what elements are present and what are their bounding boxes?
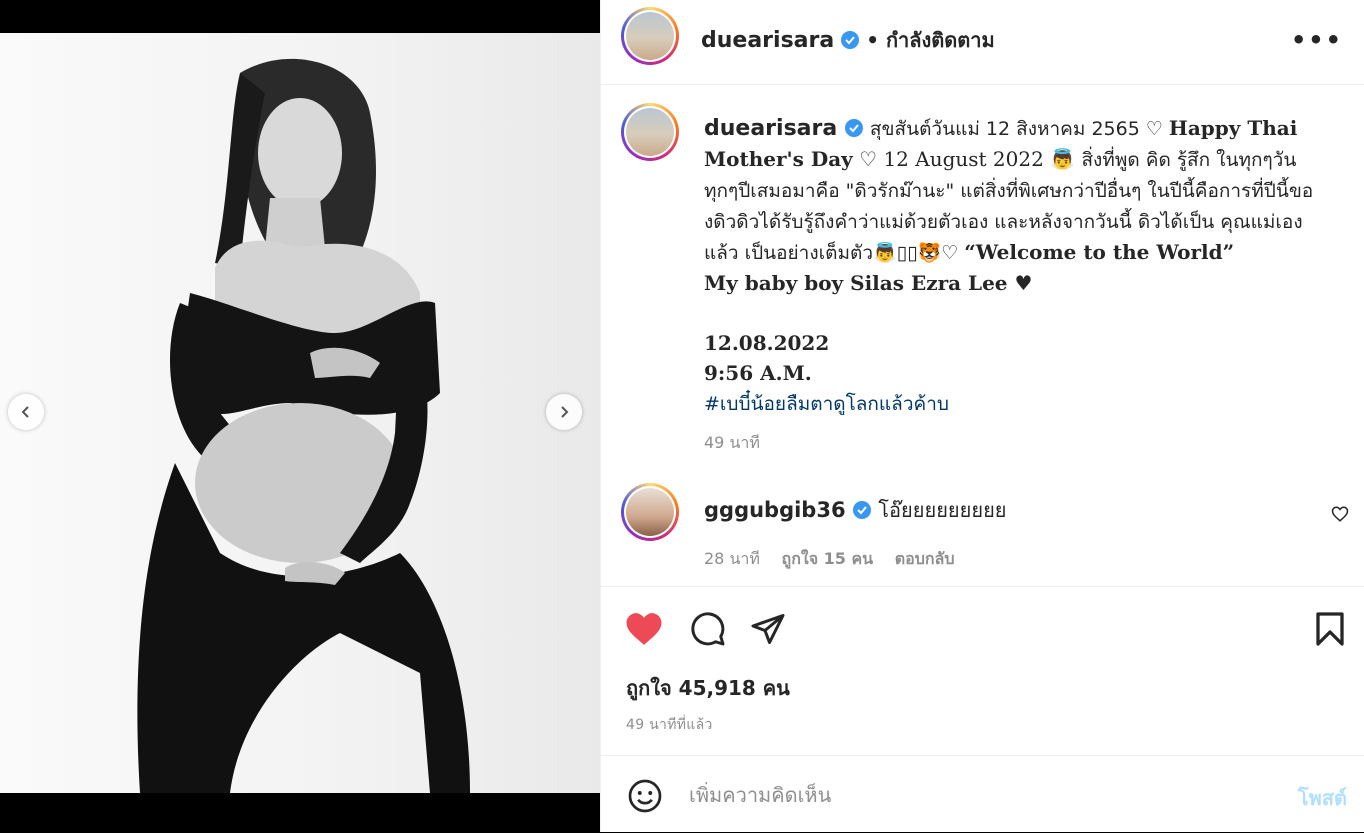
like-button[interactable] — [623, 608, 665, 650]
caption-text-part: “Welcome to the World” — [964, 240, 1235, 264]
heart-outline-icon — [1331, 506, 1349, 522]
heart-filled-icon — [626, 613, 662, 645]
caption-date: 12.08.2022 — [704, 331, 830, 355]
comment-bubble-icon — [691, 612, 725, 646]
caption-username[interactable]: duearisara — [704, 116, 837, 141]
comments-area: duearisara สุขสันต์วันแม่ 12 สิงหาคม 256… — [601, 85, 1364, 585]
chevron-right-icon — [561, 406, 569, 418]
post-comment-button[interactable]: โพสต์ — [1298, 782, 1347, 814]
caption-time: 9:56 A.M. — [704, 361, 812, 385]
author-avatar[interactable] — [621, 7, 679, 65]
comment-meta: 28 นาที ถูกใจ 15 คน ตอบกลับ — [704, 547, 971, 572]
bookmark-icon — [1316, 612, 1344, 646]
caption-text-part: My baby boy Silas Ezra Lee ♥ — [704, 271, 1033, 295]
comment: gggubgib36 โอ๊ยยยยยยยยย — [704, 494, 1007, 526]
post-details-panel: duearisara • กำลังติดตาม ••• duearisara … — [600, 0, 1364, 832]
verified-badge-icon — [841, 31, 860, 49]
post-photo[interactable] — [0, 33, 600, 793]
chevron-left-icon — [21, 406, 29, 418]
comment-like-button[interactable] — [1329, 503, 1351, 525]
commenter-avatar[interactable] — [621, 483, 679, 541]
caption-hashtag[interactable]: #เบบี๋น้อยลืมตาดูโลกแล้วค้าบ — [704, 393, 949, 415]
share-button[interactable] — [747, 608, 789, 650]
comment-input[interactable] — [687, 782, 1251, 808]
save-button[interactable] — [1309, 608, 1351, 650]
caption-text-part: ♡ 12 August 2022 👼 — [852, 147, 1082, 171]
comment-likes[interactable]: ถูกใจ 15 คน — [782, 549, 874, 568]
comment-reply-button[interactable]: ตอบกลับ — [895, 549, 955, 568]
add-comment-bar: โพสต์ — [601, 755, 1364, 833]
smiley-icon — [628, 779, 662, 813]
emoji-button[interactable] — [625, 776, 665, 816]
caption-timestamp[interactable]: 49 นาที — [704, 431, 760, 456]
verified-badge-icon — [844, 119, 863, 137]
verified-badge-icon — [852, 501, 871, 519]
more-options-button[interactable]: ••• — [1291, 26, 1343, 54]
post-caption: duearisara สุขสันต์วันแม่ 12 สิงหาคม 256… — [704, 113, 1332, 419]
post-header: duearisara • กำลังติดตาม ••• — [601, 0, 1364, 85]
previous-photo-button[interactable] — [8, 394, 44, 430]
post-timestamp[interactable]: 49 นาทีที่แล้ว — [626, 714, 713, 736]
next-photo-button[interactable] — [546, 394, 582, 430]
caption-text-part: สุขสันต์วันแม่ 12 สิงหาคม 2565 ♡ — [869, 118, 1169, 140]
paper-plane-icon — [751, 614, 785, 644]
following-status[interactable]: • กำลังติดตาม — [866, 24, 995, 56]
author-username[interactable]: duearisara — [701, 28, 834, 53]
caption-author-avatar[interactable] — [621, 103, 679, 161]
likes-count[interactable]: ถูกใจ 45,918 คน — [626, 672, 790, 704]
comment-text: โอ๊ยยยยยยยยย — [878, 498, 1007, 522]
comment-button[interactable] — [687, 608, 729, 650]
photo-illustration — [137, 58, 470, 793]
comment-timestamp[interactable]: 28 นาที — [704, 549, 760, 568]
post-actions: ถูกใจ 45,918 คน 49 นาทีที่แล้ว — [601, 586, 1364, 757]
post-media — [0, 0, 600, 832]
commenter-username[interactable]: gggubgib36 — [704, 498, 846, 522]
